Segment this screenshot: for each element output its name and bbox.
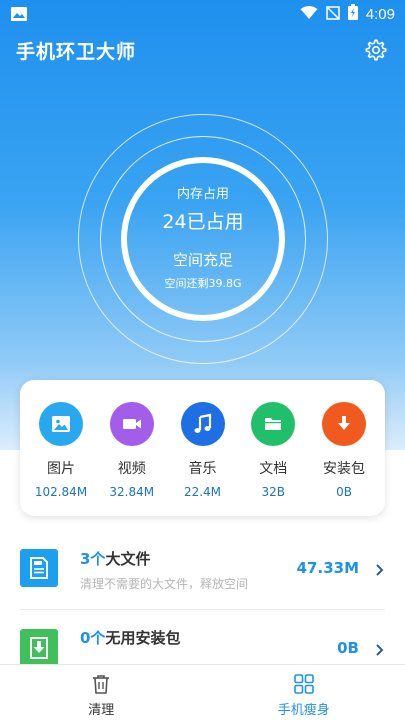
gallery-notification-icon bbox=[10, 6, 30, 22]
category-videos[interactable]: 视频 32.84M bbox=[97, 380, 167, 516]
list-item-title: 3个大文件 bbox=[80, 548, 150, 569]
app-bar: 手机环卫大师 bbox=[0, 28, 405, 72]
folder-icon bbox=[251, 402, 296, 446]
app-title: 手机环卫大师 bbox=[16, 40, 137, 63]
list-item-subtitle: 清理不需要的大文件，释放空间 bbox=[80, 577, 249, 591]
category-images[interactable]: 图片 102.84M bbox=[26, 380, 96, 516]
category-label: 视频 bbox=[117, 461, 146, 477]
list-item-title: 0个无用安装包 bbox=[80, 627, 180, 648]
wifi-icon bbox=[300, 5, 318, 24]
bottom-navigation: 清理 手机瘦身 bbox=[0, 664, 405, 720]
clock: 4:09 bbox=[365, 5, 395, 23]
category-label: 音乐 bbox=[188, 461, 217, 477]
memory-used: 24已占用 bbox=[162, 211, 244, 233]
nav-label: 手机瘦身 bbox=[277, 703, 330, 718]
memory-gauge: 内存占用 24已占用 空间充足 空间还剩39.8G bbox=[78, 114, 328, 364]
category-size: 0B bbox=[336, 485, 352, 499]
image-icon bbox=[39, 402, 83, 446]
storage-status: 空间充足 bbox=[172, 251, 233, 269]
status-bar: 4:09 bbox=[0, 0, 405, 28]
category-packages[interactable]: 安装包 0B bbox=[309, 380, 379, 516]
music-icon bbox=[180, 402, 225, 446]
video-icon bbox=[109, 402, 154, 446]
item-title: 大文件 bbox=[105, 550, 151, 568]
category-label: 文档 bbox=[259, 461, 288, 477]
download-icon bbox=[322, 402, 366, 446]
category-music[interactable]: 音乐 22.4M bbox=[168, 380, 238, 516]
category-label: 安装包 bbox=[323, 461, 365, 477]
settings-button[interactable] bbox=[363, 37, 389, 63]
category-size: 32B bbox=[261, 485, 285, 499]
chevron-right-icon bbox=[373, 642, 385, 656]
category-size: 22.4M bbox=[183, 485, 222, 499]
list-item-size: 0B bbox=[337, 639, 359, 657]
item-count: 3个 bbox=[80, 550, 106, 568]
nav-label: 清理 bbox=[88, 703, 115, 718]
list-item-large-files[interactable]: 3个大文件 清理不需要的大文件，释放空间 47.33M bbox=[0, 529, 405, 609]
battery-charging-icon bbox=[347, 4, 358, 24]
item-title: 无用安装包 bbox=[105, 629, 181, 647]
nav-tab-clean[interactable]: 清理 bbox=[0, 665, 203, 720]
no-signal-icon bbox=[326, 5, 340, 24]
category-documents[interactable]: 文档 32B bbox=[238, 380, 308, 516]
storage-remaining: 空间还剩39.8G bbox=[164, 277, 242, 290]
nav-tab-slim[interactable]: 手机瘦身 bbox=[203, 665, 405, 720]
category-card: 图片 102.84M 视频 32.84M 音乐 22.4M 文档 32B 安装包… bbox=[20, 380, 385, 516]
apk-download-icon bbox=[20, 629, 58, 667]
grid-icon bbox=[293, 674, 314, 694]
list-item-size: 47.33M bbox=[296, 559, 359, 577]
item-count: 0个 bbox=[80, 629, 106, 647]
gear-icon bbox=[365, 39, 387, 61]
trash-icon bbox=[93, 675, 110, 694]
category-size: 32.84M bbox=[109, 485, 155, 499]
memory-label: 内存占用 bbox=[176, 187, 229, 202]
chevron-right-icon bbox=[373, 562, 385, 576]
category-label: 图片 bbox=[47, 461, 75, 477]
big-file-icon bbox=[20, 549, 58, 587]
category-size: 102.84M bbox=[34, 485, 88, 499]
